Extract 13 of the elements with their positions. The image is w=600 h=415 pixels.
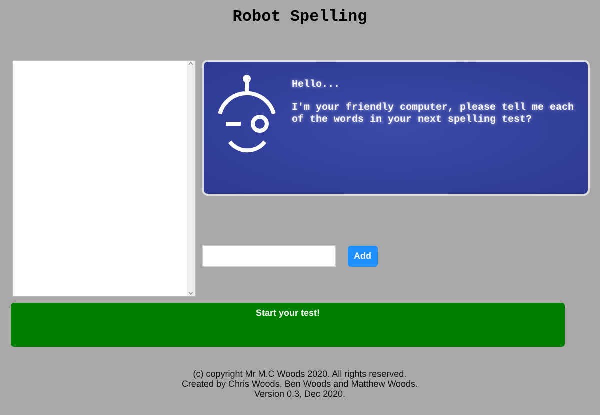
scroll-down-icon[interactable] xyxy=(188,291,194,296)
greeting-text: Hello... xyxy=(292,80,342,92)
footer-text: Version 0.3, Dec 2020. xyxy=(254,389,346,399)
footer-text: Created by Chris Woods, Ben Woods and Matthew Woods. xyxy=(182,379,418,389)
scroll-up-icon[interactable] xyxy=(188,61,194,66)
word-list[interactable] xyxy=(12,60,196,297)
robot-message: I'm your friendly computer, please tell me each of the words in your next spelling test? xyxy=(292,103,576,127)
add-button[interactable]: Add xyxy=(348,246,378,266)
footer-text: (c) copyright Mr M.C Woods 2020. All rights reserved. xyxy=(193,369,407,379)
start-test-button[interactable]: Start your test! xyxy=(11,303,565,347)
page-title: Robot Spelling xyxy=(232,8,368,28)
word-input-field[interactable] xyxy=(202,245,336,267)
scrollbar[interactable] xyxy=(187,61,195,296)
